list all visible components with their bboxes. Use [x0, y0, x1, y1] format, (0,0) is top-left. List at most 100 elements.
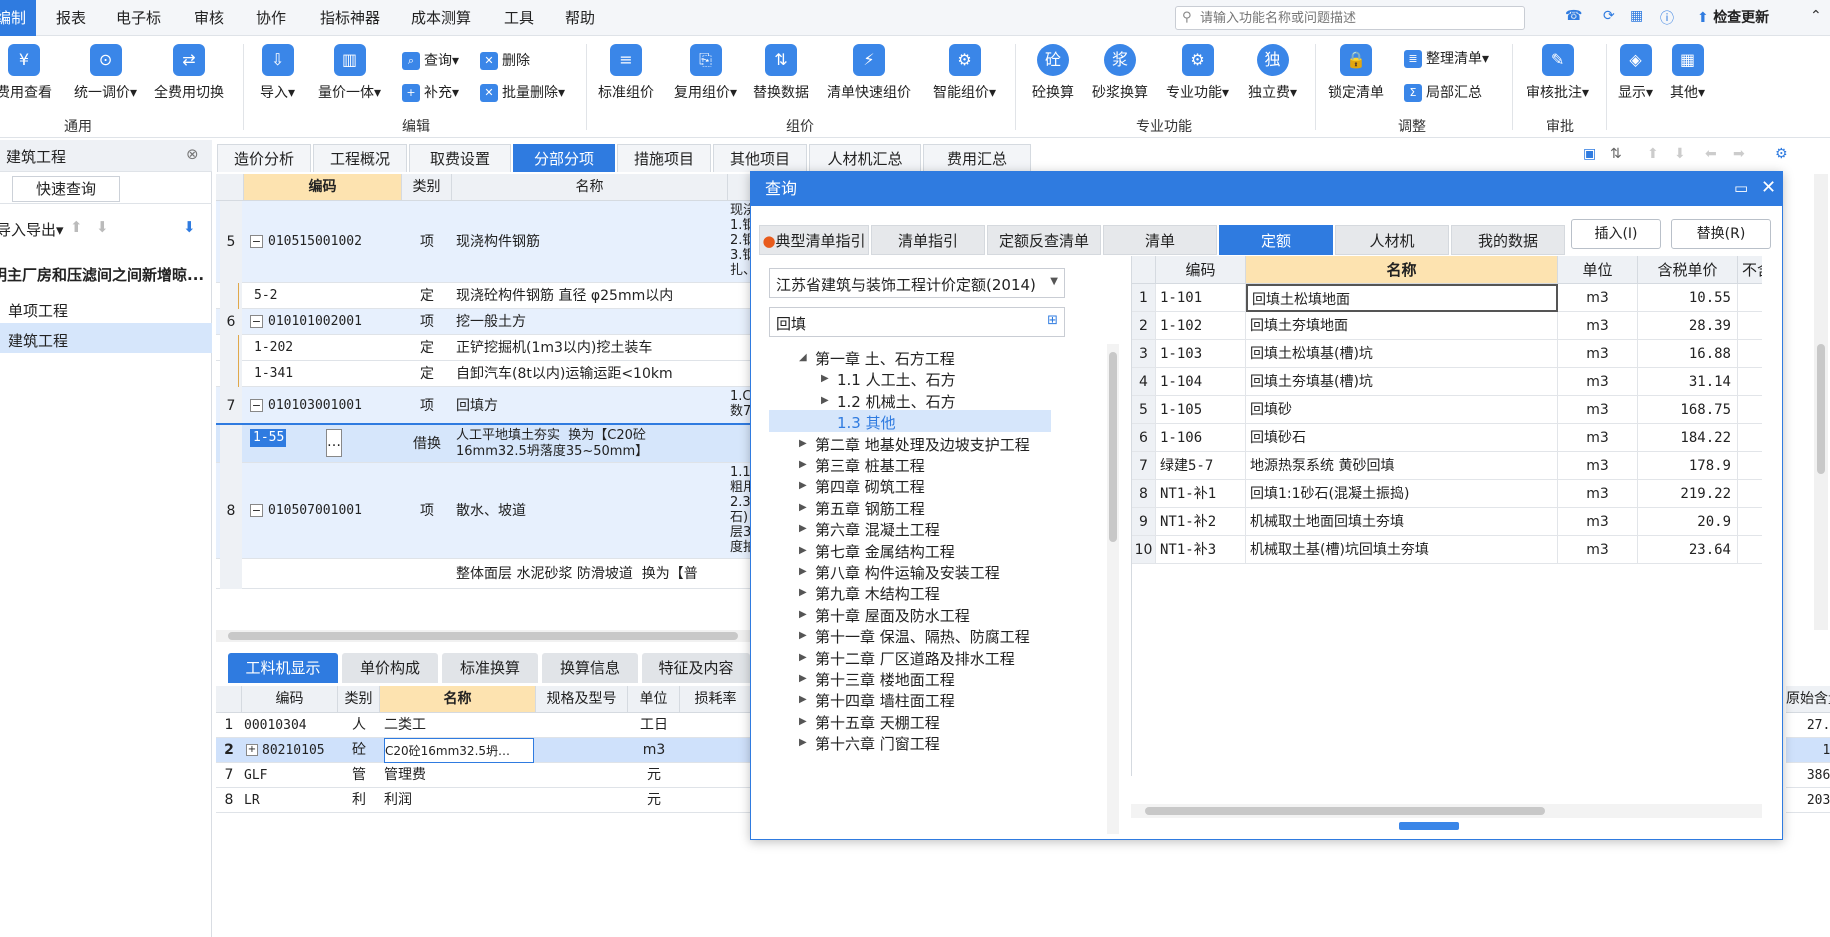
result-h-scrollbar[interactable] [1131, 804, 1762, 818]
check-update-button[interactable]: ⬆ 检查更新 [1697, 7, 1769, 27]
collapse-ribbon-icon[interactable]: ⌃ [1810, 8, 1822, 24]
code-cell[interactable]: NT1-补2 [1156, 508, 1246, 536]
unified-price-button[interactable]: ⊙ 统一调价▾ [74, 44, 137, 102]
menu-shenhe[interactable]: 审核 [188, 0, 230, 36]
bcol-name[interactable]: 名称 [380, 686, 536, 713]
tab-features[interactable]: 特征及内容 [642, 653, 750, 683]
collapse-toggle-icon[interactable]: − [250, 504, 263, 517]
tab-sub-items[interactable]: 分部分项 [513, 144, 615, 172]
menu-xiezuo[interactable]: 协作 [250, 0, 292, 36]
arrow-down-icon[interactable]: ⬇ [1674, 146, 1686, 162]
arrow-right-icon[interactable]: ➡ [1733, 146, 1745, 162]
tree-node[interactable]: 1.2 机械土、石方 [837, 391, 956, 412]
code-cell[interactable]: 5-2 [254, 283, 384, 309]
menu-dianzibiao[interactable]: 电子标 [110, 0, 167, 36]
name-cell[interactable]: 回填土夯填地面 [1246, 312, 1558, 340]
menu-zhibiao[interactable]: 指标神器 [314, 0, 386, 36]
code-cell[interactable]: 1-102 [1156, 312, 1246, 340]
tab-labor-display[interactable]: 工料机显示 [228, 653, 338, 683]
dtab-my-data[interactable]: 我的数据 [1451, 225, 1565, 255]
chevron-right-icon[interactable]: ▶ [799, 566, 807, 577]
tree-node[interactable]: 1.3 其他 [837, 412, 896, 433]
tab-fee-settings[interactable]: 取费设置 [409, 144, 511, 172]
more-options-button[interactable]: … [326, 429, 342, 457]
chevron-right-icon[interactable]: ▶ [821, 373, 829, 384]
close-icon[interactable]: ✕ [1761, 177, 1776, 198]
import-button[interactable]: ⇩ 导入▾ [260, 44, 295, 102]
refresh-icon[interactable]: ⟳ [1603, 8, 1615, 24]
tab-cost-analysis[interactable]: 造价分析 [217, 144, 311, 172]
replace-button[interactable]: 替换(R) [1671, 219, 1771, 249]
name-cell[interactable]: 地源热泵系统 黄砂回填 [1246, 452, 1558, 480]
reuse-pricing-button[interactable]: ⎘ 复用组价▾ [674, 44, 737, 102]
name-cell[interactable]: 回填土夯填基(槽)坑 [1246, 368, 1558, 396]
code-cell[interactable]: 1-55 [250, 429, 286, 447]
tree-node[interactable]: 第十一章 保温、隔热、防腐工程 [815, 626, 1030, 647]
dtab-reverse-list[interactable]: 定额反查清单 [987, 225, 1101, 255]
code-cell[interactable]: LR [244, 788, 334, 813]
professional-function-button[interactable]: ⚙ 专业功能▾ [1166, 44, 1229, 102]
organize-list-button[interactable]: ≣ 整理清单▾ [1404, 48, 1489, 68]
col-name[interactable]: 名称 [452, 174, 728, 201]
info-icon[interactable]: ⓘ [1660, 8, 1674, 28]
chevron-right-icon[interactable]: ▶ [799, 523, 807, 534]
tree-node[interactable]: 第十四章 墙柱面工程 [815, 690, 955, 711]
quick-query-tab[interactable]: 快速查询 [12, 176, 120, 202]
move-up-icon[interactable]: ⬆ [70, 218, 83, 236]
lock-list-button[interactable]: 🔒 锁定清单 [1328, 44, 1384, 102]
settings-icon[interactable]: ⚙ [1775, 146, 1788, 162]
code-cell[interactable]: 00010304 [244, 713, 334, 738]
collapse-toggle-icon[interactable]: − [250, 399, 263, 412]
dtab-list[interactable]: 清单 [1103, 225, 1217, 255]
tree-node[interactable]: 第四章 砌筑工程 [815, 476, 925, 497]
import-export-menu[interactable]: 导入导出▾ [0, 219, 64, 240]
code-cell[interactable]: 010507001001 [268, 463, 398, 559]
filter-search-icon[interactable]: ⊞ [1047, 313, 1058, 328]
name-cell[interactable]: 回填土松填基(槽)坑 [1246, 340, 1558, 368]
code-cell[interactable]: 绿建5-7 [1156, 452, 1246, 480]
dtab-labor-material[interactable]: 人材机 [1335, 225, 1449, 255]
code-cell[interactable]: 1-105 [1156, 396, 1246, 424]
tab-measures[interactable]: 措施项目 [617, 144, 711, 172]
tab-fee-summary[interactable]: 费用汇总 [923, 144, 1031, 172]
tree-node[interactable]: 第五章 钢筋工程 [815, 498, 925, 519]
name-cell[interactable]: C20砼16mm32.5坍… [384, 738, 534, 763]
function-search[interactable]: ⚲ [1175, 6, 1525, 30]
other-button[interactable]: ▦ 其他▾ [1670, 44, 1705, 102]
quick-pricing-button[interactable]: ⚡ 清单快速组价 [827, 44, 911, 102]
query-button[interactable]: ⌕ 查询▾ [402, 50, 459, 70]
code-cell[interactable]: 010515001002 [268, 201, 398, 283]
menu-chengben[interactable]: 成本测算 [405, 0, 477, 36]
replace-data-button[interactable]: ⇅ 替换数据 [753, 44, 809, 102]
code-cell[interactable]: 1-103 [1156, 340, 1246, 368]
name-cell[interactable]: 管理费 [384, 763, 534, 788]
unit-item-node[interactable]: 单项工程 [8, 300, 68, 321]
chevron-right-icon[interactable]: ▶ [821, 395, 829, 406]
tree-node[interactable]: 第一章 土、石方工程 [815, 348, 955, 369]
headset-icon[interactable]: ☎ [1565, 8, 1582, 24]
col-code[interactable]: 编码 [244, 174, 402, 201]
fee-view-button[interactable]: ¥ 费用查看 [0, 44, 52, 102]
tree-v-scrollbar[interactable] [1107, 344, 1119, 834]
search-input[interactable] [1200, 9, 1510, 27]
tab-labor-material[interactable]: 人材机汇总 [809, 144, 921, 172]
expand-toggle-icon[interactable]: + [246, 744, 258, 756]
dcol-name[interactable]: 名称 [1246, 256, 1558, 284]
chevron-right-icon[interactable]: ▶ [799, 438, 807, 449]
dcol-extra[interactable]: 不含 [1738, 256, 1762, 284]
main-v-scrollbar[interactable] [1814, 174, 1828, 630]
menu-bianzhi[interactable]: 编制 [0, 0, 37, 36]
download-icon[interactable]: ⬇ [183, 218, 196, 236]
bcol-loss[interactable]: 损耗率 [680, 686, 752, 713]
main-h-scrollbar[interactable] [216, 630, 756, 642]
collapse-toggle-icon[interactable]: − [250, 315, 263, 328]
code-cell[interactable] [254, 559, 384, 589]
collapse-panel-icon[interactable]: ⊗ [186, 145, 199, 163]
partial-summary-button[interactable]: Σ 局部汇总 [1404, 82, 1482, 102]
tab-other-items[interactable]: 其他项目 [713, 144, 807, 172]
bcol-type[interactable]: 类别 [338, 686, 380, 713]
code-cell[interactable]: 1-106 [1156, 424, 1246, 452]
collapse-toggle-icon[interactable]: − [250, 235, 263, 248]
standard-pricing-button[interactable]: ≡ 标准组价 [598, 44, 654, 102]
tab-unit-price[interactable]: 单价构成 [342, 653, 438, 683]
